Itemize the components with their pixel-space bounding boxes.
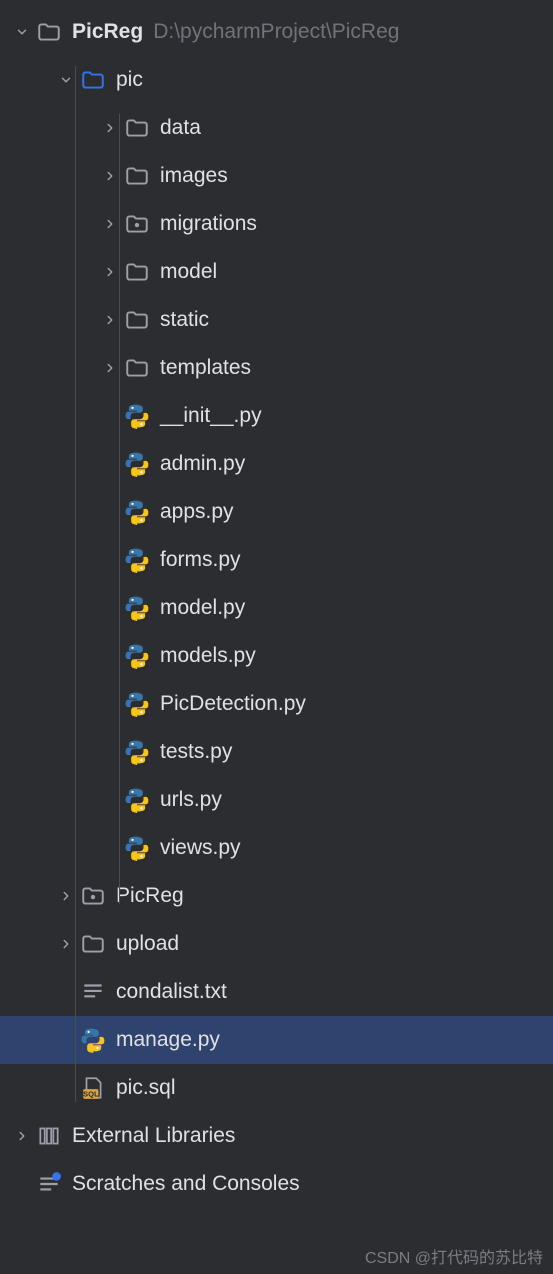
folder-label: migrations (160, 212, 257, 236)
tree-item-folder[interactable]: migrations (0, 200, 553, 248)
tree-item-pic[interactable]: pic (0, 56, 553, 104)
file-label: model.py (160, 596, 245, 620)
item-label: upload (116, 932, 179, 956)
file-label: models.py (160, 644, 256, 668)
item-label: External Libraries (72, 1124, 235, 1148)
folder-label: images (160, 164, 228, 188)
python-icon (124, 499, 150, 525)
tree-item-folder[interactable]: static (0, 296, 553, 344)
tree-item[interactable]: pic.sql (0, 1064, 553, 1112)
python-icon (124, 451, 150, 477)
file-label: __init__.py (160, 404, 262, 428)
folder-icon (36, 19, 62, 45)
tree-item-root[interactable]: PicReg D:\pycharmProject\PicReg (0, 8, 553, 56)
python-icon (124, 403, 150, 429)
tree-item-external libraries[interactable]: External Libraries (0, 1112, 553, 1160)
tree-item-scratches and consoles[interactable]: Scratches and Consoles (0, 1160, 553, 1208)
project-tree[interactable]: PicReg D:\pycharmProject\PicReg pic data… (0, 0, 553, 1208)
tree-item-file[interactable]: tests.py (0, 728, 553, 776)
tree-item-file[interactable]: __init__.py (0, 392, 553, 440)
project-path: D:\pycharmProject\PicReg (153, 20, 399, 44)
tree-item-file[interactable]: urls.py (0, 776, 553, 824)
tree-item-folder[interactable]: images (0, 152, 553, 200)
folder-icon (124, 163, 150, 189)
item-label: condalist.txt (116, 980, 227, 1004)
project-name: PicReg (72, 20, 143, 44)
tree-item-folder[interactable]: model (0, 248, 553, 296)
watermark: CSDN @打代码的苏比特 (365, 1244, 543, 1268)
folder-icon (124, 211, 150, 237)
tree-item-file[interactable]: admin.py (0, 440, 553, 488)
file-label: forms.py (160, 548, 241, 572)
folder-icon (80, 883, 106, 909)
tree-item-file[interactable]: model.py (0, 584, 553, 632)
file-label: admin.py (160, 452, 245, 476)
python-icon (124, 547, 150, 573)
file-label: tests.py (160, 740, 232, 764)
tree-item-folder[interactable]: data (0, 104, 553, 152)
tree-item[interactable]: upload (0, 920, 553, 968)
item-label: PicReg (116, 884, 184, 908)
tree-item-file[interactable]: views.py (0, 824, 553, 872)
folder-icon (124, 307, 150, 333)
file-label: apps.py (160, 500, 234, 524)
libraries-icon (36, 1123, 62, 1149)
file-label: views.py (160, 836, 241, 860)
folder-icon (80, 67, 106, 93)
folder-label: templates (160, 356, 251, 380)
tree-item-file[interactable]: PicDetection.py (0, 680, 553, 728)
tree-item[interactable]: manage.py (0, 1016, 553, 1064)
sql-file-icon (80, 1075, 106, 1101)
folder-icon (124, 115, 150, 141)
python-icon (80, 1027, 106, 1053)
folder-label: data (160, 116, 201, 140)
tree-item-file[interactable]: forms.py (0, 536, 553, 584)
python-icon (124, 835, 150, 861)
item-label: pic.sql (116, 1076, 176, 1100)
tree-item[interactable]: condalist.txt (0, 968, 553, 1016)
python-icon (124, 787, 150, 813)
tree-item[interactable]: PicReg (0, 872, 553, 920)
folder-label: model (160, 260, 217, 284)
folder-label: static (160, 308, 209, 332)
item-label: manage.py (116, 1028, 220, 1052)
python-icon (124, 595, 150, 621)
item-label: Scratches and Consoles (72, 1172, 300, 1196)
file-label: urls.py (160, 788, 222, 812)
tree-item-file[interactable]: apps.py (0, 488, 553, 536)
file-label: PicDetection.py (160, 692, 306, 716)
chevron-right-icon[interactable] (8, 1129, 36, 1143)
python-icon (124, 739, 150, 765)
folder-icon (80, 931, 106, 957)
tree-item-folder[interactable]: templates (0, 344, 553, 392)
folder-label: pic (116, 68, 143, 92)
scratches-icon (36, 1171, 62, 1197)
python-icon (124, 643, 150, 669)
text-file-icon (80, 979, 106, 1005)
folder-icon (124, 259, 150, 285)
tree-item-file[interactable]: models.py (0, 632, 553, 680)
folder-icon (124, 355, 150, 381)
chevron-down-icon[interactable] (8, 25, 36, 39)
python-icon (124, 691, 150, 717)
